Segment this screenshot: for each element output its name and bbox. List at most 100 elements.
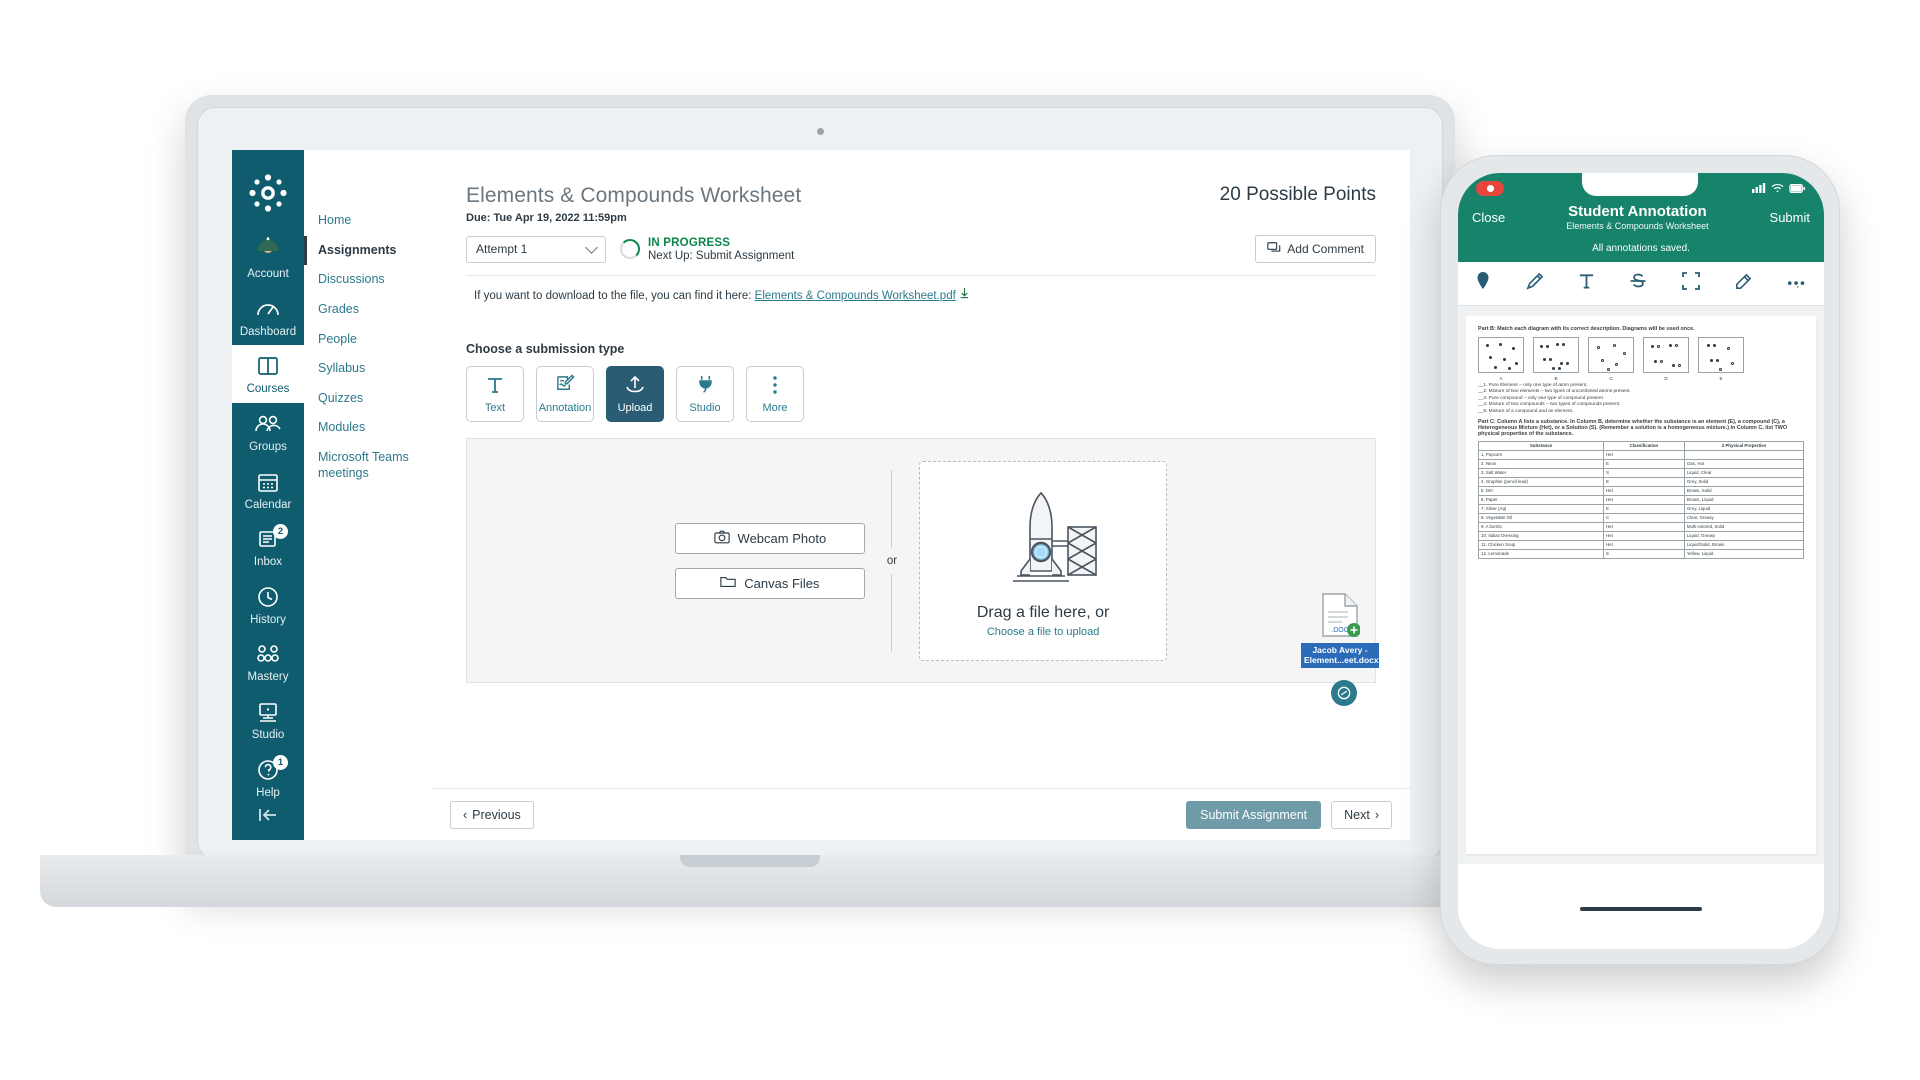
add-comment-label: Add Comment bbox=[1287, 242, 1364, 256]
webcam-dot-icon bbox=[816, 128, 824, 135]
chevron-right-icon: › bbox=[1374, 807, 1379, 822]
cell-substance: 10. Italian Dressing bbox=[1478, 530, 1604, 541]
phone-title: Student Annotation bbox=[1568, 203, 1707, 220]
pin-icon[interactable] bbox=[1475, 272, 1491, 295]
sidebar-item-courses[interactable]: Courses bbox=[232, 345, 304, 403]
home-indicator bbox=[1580, 907, 1702, 911]
submission-type-studio[interactable]: Studio bbox=[676, 366, 734, 422]
next-label: Next bbox=[1344, 807, 1370, 822]
file-doc-icon: .DOC bbox=[1320, 593, 1361, 642]
or-label: or bbox=[886, 554, 898, 567]
dragged-file-chip[interactable]: .DOC Jacob Avery - Element...eet.docx bbox=[1301, 592, 1379, 668]
canvas-logo-icon[interactable] bbox=[245, 170, 291, 216]
sidebar-item-studio[interactable]: Studio bbox=[232, 691, 304, 749]
course-nav-home[interactable]: Home bbox=[318, 206, 432, 236]
cell-properties: Liquid/Solid, Brown bbox=[1683, 539, 1805, 550]
phone-close-button[interactable]: Close bbox=[1472, 210, 1505, 225]
highlighter-icon[interactable] bbox=[1734, 272, 1753, 296]
collapse-arrow-icon[interactable] bbox=[256, 806, 280, 830]
course-nav-modules[interactable]: Modules bbox=[318, 413, 432, 443]
status-label: IN PROGRESS bbox=[648, 236, 731, 249]
drag-drop-area[interactable]: Drag a file here, or Choose a file to up… bbox=[919, 460, 1168, 661]
dragged-file-name: Jacob Avery - Element...eet.docx bbox=[1301, 642, 1379, 668]
table-row: 8. Vegetable Oil C Clear, Greasy bbox=[1478, 512, 1805, 523]
sidebar-item-groups[interactable]: Groups bbox=[232, 403, 304, 461]
diagram-labels: A B C D E bbox=[1478, 376, 1804, 381]
cell-properties: Yellow, Liquid bbox=[1683, 548, 1805, 559]
sidebar-item-label: Studio bbox=[251, 729, 285, 742]
canvas-files-button[interactable]: Canvas Files bbox=[674, 567, 865, 599]
cell-substance: 8. Vegetable Oil bbox=[1478, 512, 1604, 523]
sidebar-item-mastery[interactable]: Mastery bbox=[232, 633, 304, 691]
worksheet-page: Part B: Match each diagram with its corr… bbox=[1466, 316, 1816, 854]
submission-type-text[interactable]: Text bbox=[466, 366, 524, 422]
cell-substance: 6. Paper bbox=[1478, 494, 1604, 505]
submission-type-more[interactable]: More bbox=[746, 366, 804, 422]
cell-substance: 9. A burrito bbox=[1478, 521, 1604, 532]
upload-dropzone-panel[interactable]: Webcam Photo Canvas Files or Drag a file… bbox=[466, 438, 1379, 706]
add-comment-button[interactable]: Add Comment bbox=[1255, 235, 1376, 263]
submission-type-upload[interactable]: Upload bbox=[606, 366, 664, 422]
attempt-select[interactable]: Attempt 1 bbox=[466, 235, 606, 263]
mastery-icon bbox=[232, 642, 304, 668]
download-icon[interactable] bbox=[959, 287, 970, 302]
question-3: __3. Pure compound – only one type of co… bbox=[1478, 395, 1605, 401]
phone-submit-button[interactable]: Submit bbox=[1770, 210, 1810, 225]
submission-type-label: Studio bbox=[689, 402, 721, 414]
sidebar-item-account[interactable]: Account bbox=[232, 230, 304, 288]
help-floating-button[interactable] bbox=[1331, 680, 1357, 706]
cell-substance: 3. Salt Water bbox=[1478, 467, 1604, 478]
submission-type-label: More bbox=[762, 401, 788, 414]
sidebar-item-dashboard[interactable]: Dashboard bbox=[232, 288, 304, 346]
submission-type-annotation[interactable]: Annotation bbox=[536, 366, 594, 422]
sidebar-item-help[interactable]: 1 Help bbox=[232, 749, 304, 807]
sidebar-item-calendar[interactable]: Calendar bbox=[232, 461, 304, 519]
submission-section-title: Choose a submission type bbox=[466, 342, 625, 356]
phone-device: Close Student Annotation Elements & Comp… bbox=[1440, 155, 1860, 980]
phone-document-viewer[interactable]: Part B: Match each diagram with its corr… bbox=[1458, 306, 1824, 864]
course-navigation: Home Assignments Discussions Grades Peop… bbox=[304, 150, 432, 840]
course-nav-quizzes[interactable]: Quizzes bbox=[318, 384, 432, 414]
upload-icon bbox=[624, 375, 646, 398]
sidebar-item-label: Courses bbox=[246, 383, 290, 396]
sidebar-item-label: History bbox=[250, 613, 286, 626]
strikethrough-icon[interactable] bbox=[1629, 272, 1647, 295]
cell-properties bbox=[1683, 449, 1805, 460]
text-tool-icon[interactable] bbox=[1578, 272, 1595, 295]
cell-classification: Het bbox=[1602, 485, 1685, 496]
course-nav-people[interactable]: People bbox=[318, 325, 432, 355]
submit-assignment-button[interactable]: Submit Assignment bbox=[1186, 800, 1322, 829]
progress-ring-icon bbox=[620, 239, 640, 259]
course-nav-discussions[interactable]: Discussions bbox=[318, 265, 432, 295]
next-button[interactable]: Next › bbox=[1331, 800, 1392, 829]
dropzone-subtitle[interactable]: Choose a file to upload bbox=[987, 626, 1100, 638]
submission-type-label: Annotation bbox=[538, 402, 592, 414]
recording-indicator-icon bbox=[1476, 180, 1504, 196]
pencil-icon[interactable] bbox=[1525, 272, 1544, 296]
col-classification: Classification bbox=[1602, 440, 1685, 451]
sidebar-item-label: Account bbox=[247, 268, 289, 280]
diagram-d bbox=[1643, 337, 1689, 373]
help-badge: 1 bbox=[273, 754, 288, 770]
annotation-icon bbox=[555, 374, 576, 398]
course-nav-teams-meetings[interactable]: Microsoft Teams meetings bbox=[318, 443, 432, 488]
sidebar-item-inbox[interactable]: 2 Inbox bbox=[232, 518, 304, 576]
course-nav-assignments[interactable]: Assignments bbox=[304, 235, 432, 266]
download-link[interactable]: Elements & Compounds Worksheet.pdf bbox=[755, 290, 956, 302]
sidebar-item-label: Dashboard bbox=[239, 325, 297, 338]
table-header-row: Substance Classification 2 Physical Prop… bbox=[1478, 440, 1805, 451]
sidebar-item-label: Help bbox=[256, 786, 280, 799]
sidebar-item-history[interactable]: History bbox=[232, 576, 304, 634]
course-nav-grades[interactable]: Grades bbox=[318, 295, 432, 325]
course-nav-syllabus[interactable]: Syllabus bbox=[318, 354, 432, 384]
diagram-label-d: D bbox=[1664, 376, 1668, 381]
webcam-photo-button[interactable]: Webcam Photo bbox=[674, 522, 865, 554]
rocket-illustration-icon bbox=[973, 483, 1113, 594]
more-options-icon[interactable] bbox=[1787, 275, 1807, 293]
table-row: 10. Italian Dressing Het Liquid, Greasy bbox=[1478, 530, 1805, 541]
previous-label: Previous bbox=[472, 807, 521, 822]
inbox-badge: 2 bbox=[273, 524, 288, 540]
previous-button[interactable]: ‹ Previous bbox=[450, 800, 534, 829]
cell-properties: Grey, Solid bbox=[1683, 476, 1805, 487]
square-select-icon[interactable] bbox=[1681, 272, 1700, 295]
